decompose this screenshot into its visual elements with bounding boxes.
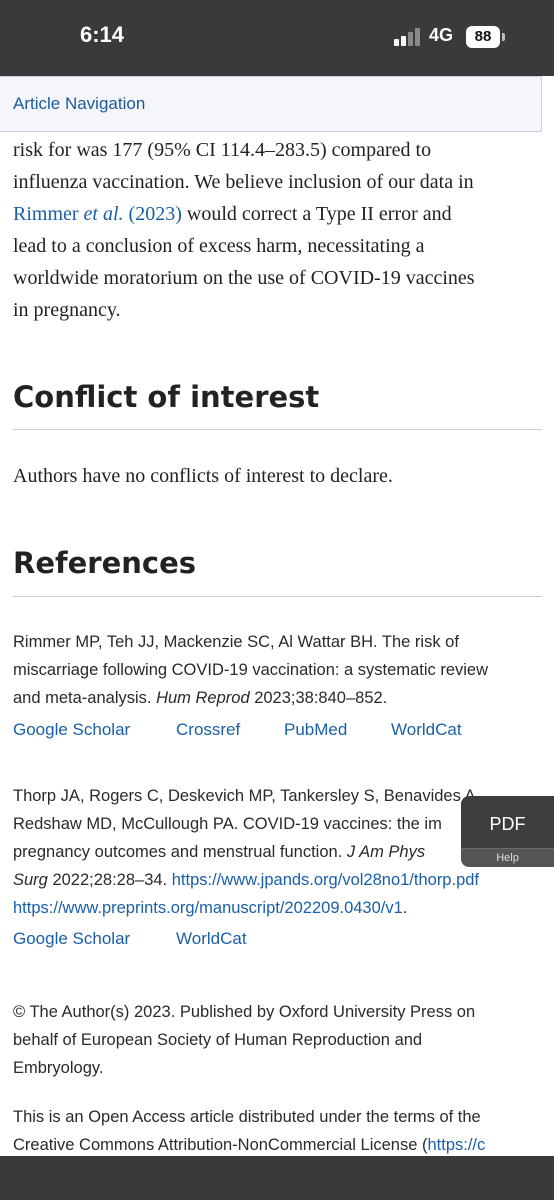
intro-line-4: lead to a conclusion of excess harm, nec… xyxy=(13,235,425,257)
intro-line-2: influenza vaccination. We believe inclus… xyxy=(13,171,474,193)
battery-icon: 88 xyxy=(466,26,500,48)
status-time: 6:14 xyxy=(80,22,125,47)
license-line-1: This is an Open Access article distribut… xyxy=(13,1108,481,1126)
rimmer-citation-link[interactable]: Rimmer et al. (2023) xyxy=(13,203,182,225)
battery-tip xyxy=(502,33,505,41)
reference-item-1: Rimmer MP, Teh JJ, Mackenzie SC, Al Watt… xyxy=(13,628,548,712)
conflict-divider xyxy=(13,429,542,430)
ref1-line-3: and meta-analysis. Hum Reprod 2023;38:84… xyxy=(13,689,388,707)
copyright-line-1: © The Author(s) 2023. Published by Oxfor… xyxy=(13,1003,476,1021)
copyright-notice: © The Author(s) 2023. Published by Oxfor… xyxy=(13,998,548,1082)
pdf-button[interactable]: PDF xyxy=(461,814,554,835)
license-notice: This is an Open Access article distribut… xyxy=(13,1103,548,1159)
signal-icon xyxy=(394,28,422,46)
intro-line-3: Rimmer et al. (2023) would correct a Typ… xyxy=(13,203,452,225)
conflict-text: Authors have no conflicts of interest to… xyxy=(13,465,393,487)
license-line-2: Creative Commons Attribution-NonCommerci… xyxy=(13,1136,486,1154)
ref2-line-4: Surg 2022;28:28–34. https://www.jpands.o… xyxy=(13,871,480,889)
network-type: 4G xyxy=(429,25,454,45)
article-navigation-label[interactable]: Article Navigation xyxy=(13,94,145,114)
ref1-line-1: Rimmer MP, Teh JJ, Mackenzie SC, Al Watt… xyxy=(13,633,459,651)
conflict-heading: Conflict of interest xyxy=(13,380,320,414)
ref1-pubmed-link[interactable]: PubMed xyxy=(284,720,347,740)
status-bar: 6:14 4G 88 xyxy=(0,0,554,76)
intro-line-1: risk for was 177 (95% CI 114.4–283.5) co… xyxy=(13,139,432,161)
pdf-widget[interactable]: PDF Help xyxy=(461,796,554,867)
references-heading: References xyxy=(13,546,197,580)
ref2-line-5: https://www.preprints.org/manuscript/202… xyxy=(13,899,408,917)
ref2-google-scholar-link[interactable]: Google Scholar xyxy=(13,929,130,949)
preprints-url-link[interactable]: https://www.preprints.org/manuscript/202… xyxy=(13,899,403,917)
intro-paragraph: risk for was 177 (95% CI 114.4–283.5) co… xyxy=(13,134,548,326)
copyright-line-3: Embryology. xyxy=(13,1059,104,1077)
jpands-url-link[interactable]: https://www.jpands.org/vol28no1/thorp.pd… xyxy=(172,871,479,889)
ref1-line-2: miscarriage following COVID-19 vaccinati… xyxy=(13,661,489,679)
ref1-google-scholar-link[interactable]: Google Scholar xyxy=(13,720,130,740)
intro-line-6: in pregnancy. xyxy=(13,299,121,321)
ref2-worldcat-link[interactable]: WorldCat xyxy=(176,929,247,949)
license-url-link[interactable]: https://c xyxy=(427,1136,485,1154)
help-button[interactable]: Help xyxy=(461,848,554,867)
ref1-worldcat-link[interactable]: WorldCat xyxy=(391,720,462,740)
intro-line-5: worldwide moratorium on the use of COVID… xyxy=(13,267,475,289)
ref1-crossref-link[interactable]: Crossref xyxy=(176,720,240,740)
article-navigation-bar[interactable]: Article Navigation xyxy=(0,76,542,132)
copyright-line-2: behalf of European Society of Human Repr… xyxy=(13,1031,423,1049)
browser-bottom-bar xyxy=(0,1156,554,1200)
references-divider xyxy=(13,596,542,597)
